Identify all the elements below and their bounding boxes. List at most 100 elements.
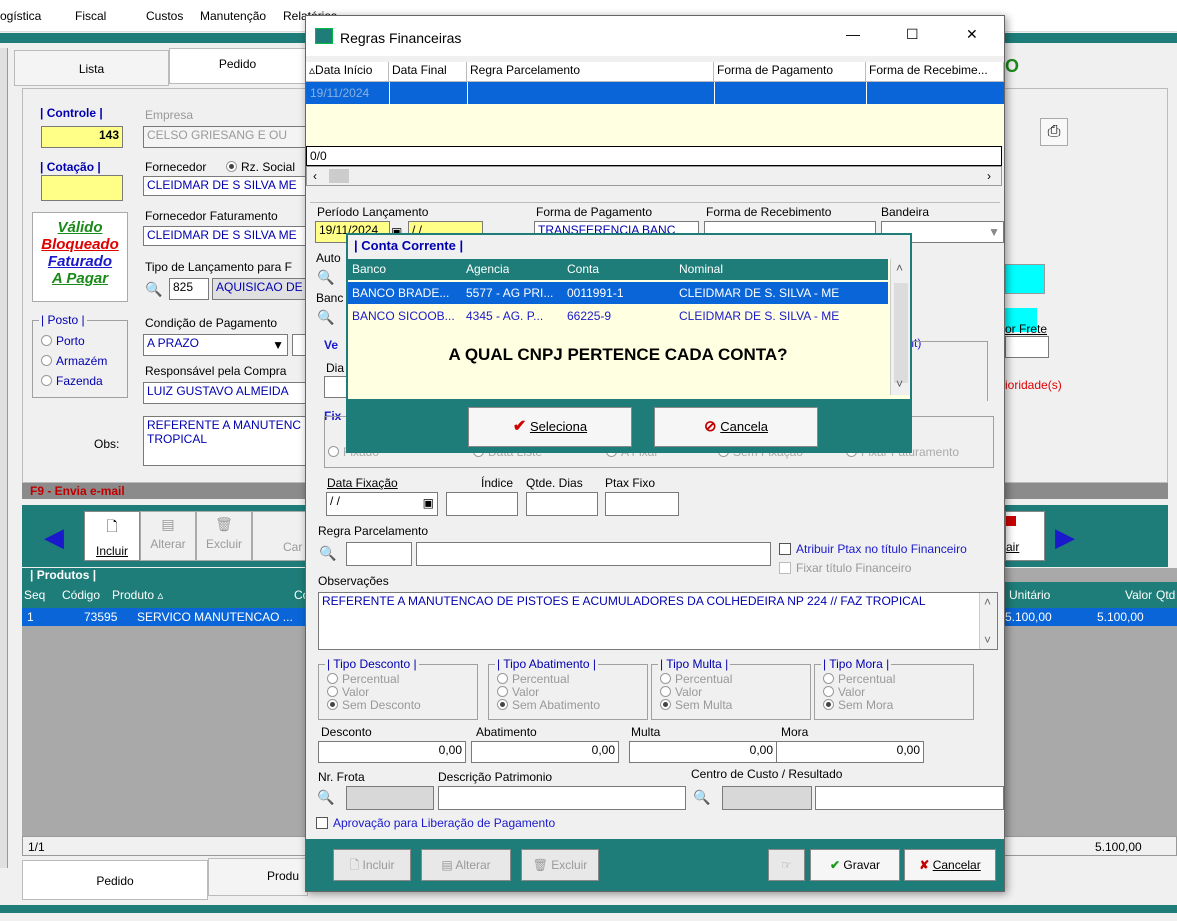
aprovacao-checkbox[interactable]: Aprovação para Liberação de Pagamento [316, 816, 555, 830]
bg-sair-button[interactable]: air [1005, 511, 1045, 561]
qtde-dias-field[interactable] [526, 492, 598, 516]
fornecedor-field[interactable]: CLEIDMAR DE S SILVA ME [143, 176, 306, 196]
scroll-down-icon[interactable]: ˅ [984, 633, 991, 647]
dlg-incluir-button[interactable]: 🗋 Incluir [333, 849, 411, 881]
product-row-right[interactable]: 5.100,00 5.100,00 [1005, 608, 1177, 626]
posto-fazenda[interactable]: Fazenda [41, 371, 107, 391]
empresa-field[interactable]: CELSO GRIESANG E OU [143, 126, 306, 148]
col-nominal[interactable]: Nominal [679, 262, 723, 276]
abatimento-sem[interactable]: Sem Abatimento [497, 699, 600, 712]
seleciona-button[interactable]: ✔ Seleciona [468, 407, 632, 447]
dlg-excluir-button[interactable]: 🗑 Excluir [521, 849, 599, 881]
centro-search-icon[interactable]: 🔍 [691, 786, 713, 808]
tipo-lanc-search-icon[interactable]: 🔍 [143, 278, 165, 300]
col-conta[interactable]: Conta [567, 262, 599, 276]
popup-scrollbar[interactable]: ˄ ˅ [890, 259, 910, 395]
maximize-icon[interactable]: ☐ [906, 26, 919, 43]
scroll-thumb[interactable] [329, 169, 349, 183]
observacoes-field[interactable]: REFERENTE A MANUTENCAO DE PISTOES E ACUM… [318, 592, 998, 650]
col-forma-pagamento[interactable]: Forma de Pagamento [714, 62, 866, 82]
menu-fiscal[interactable]: Fiscal [75, 9, 106, 23]
posto-armazem[interactable]: Armazém [41, 351, 107, 371]
col-unitario[interactable]: Unitário [1009, 588, 1050, 602]
col-agencia[interactable]: Agencia [466, 262, 509, 276]
scroll-left-icon[interactable]: ‹ [313, 169, 317, 183]
prev-arrow-icon[interactable]: ◀ [44, 522, 64, 553]
regra-search-icon[interactable]: 🔍 [317, 542, 339, 564]
ptax-field[interactable] [605, 492, 679, 516]
multa-field[interactable]: 0,00 [629, 741, 777, 763]
rz-social-radio[interactable]: Rz. Social [226, 160, 295, 174]
fixar-titulo-checkbox[interactable]: Fixar título Financeiro [779, 561, 911, 575]
scroll-up-icon[interactable]: ˄ [984, 595, 991, 609]
col-data-final[interactable]: Data Final [389, 62, 467, 82]
scroll-up-icon[interactable]: ˄ [896, 261, 903, 275]
col-seq[interactable]: Seq [24, 588, 45, 602]
col-codigo[interactable]: Código [62, 588, 100, 602]
posto-porto[interactable]: Porto [41, 331, 107, 351]
forn-fat-field[interactable]: CLEIDMAR DE S SILVA ME [143, 226, 306, 246]
bg-excluir-button[interactable]: 🗑 Excluir [196, 511, 252, 561]
regra-code-field[interactable] [346, 542, 412, 566]
resp-field[interactable]: LUIZ GUSTAVO ALMEIDA [143, 382, 306, 404]
col-banco[interactable]: Banco [352, 262, 386, 276]
mora-field[interactable]: 0,00 [776, 741, 924, 763]
menu-custos[interactable]: Custos [146, 9, 183, 23]
dlg-alterar-button[interactable]: ▤ Alterar [421, 849, 511, 881]
bg-incluir-button[interactable]: 🗋 Incluir [84, 511, 140, 561]
frota-search-icon[interactable]: 🔍 [315, 786, 337, 808]
cancela-button[interactable]: ⊘ Cancela [654, 407, 818, 447]
printer-icon[interactable]: ⎙ [1040, 118, 1068, 146]
dlg-gravar-button[interactable]: ✔ Gravar [810, 849, 900, 881]
product-row[interactable]: 1 73595 SERVICO MANUTENCAO ... [22, 608, 312, 626]
abatimento-field[interactable]: 0,00 [471, 741, 619, 763]
cotacao-field[interactable] [41, 175, 123, 201]
dlg-cancelar-button[interactable]: ✘ Cancelar [904, 849, 996, 881]
popup-scroll-thumb[interactable] [894, 283, 908, 383]
minimize-icon[interactable]: — [846, 26, 860, 42]
col-qtd[interactable]: Qtd [1156, 588, 1175, 602]
calendar-icon[interactable]: ▣ [423, 496, 434, 510]
vertical-scrollbar[interactable]: ˄ ˅ [979, 593, 997, 649]
bg-bottom-tab-produ[interactable]: Produ [208, 858, 308, 896]
col-produto[interactable]: Produto ▵ [112, 588, 163, 602]
cond-pag-extra[interactable] [292, 334, 306, 356]
close-icon[interactable]: ✕ [966, 26, 978, 43]
banc-search-icon[interactable]: 🔍 [315, 306, 337, 328]
col-data-inicio[interactable]: ▵Data Início [306, 62, 389, 82]
menu-manutencao[interactable]: Manutenção [200, 9, 266, 23]
bg-alterar-button[interactable]: ▤ Alterar [140, 511, 196, 561]
horizontal-scrollbar[interactable]: ‹ › [306, 166, 1002, 186]
next-arrow-icon[interactable]: ▶ [1055, 522, 1075, 553]
obs-field[interactable]: REFERENTE A MANUTENC TROPICAL [143, 416, 306, 466]
popup-row-sicoob[interactable]: BANCO SICOOB... 4345 - AG. P... 66225-9 … [348, 305, 888, 327]
centro-code-field[interactable] [722, 786, 812, 810]
bg-tab-pedido[interactable]: Pedido [169, 48, 306, 84]
multa-sem[interactable]: Sem Multa [660, 699, 732, 712]
scroll-right-icon[interactable]: › [987, 169, 991, 183]
col-valor[interactable]: Valor [1125, 588, 1152, 602]
nr-frota-field[interactable] [346, 786, 434, 810]
desconto-field[interactable]: 0,00 [318, 741, 466, 763]
bg-bottom-tab-pedido[interactable]: Pedido [22, 860, 208, 900]
bg-car-button[interactable]: Car [252, 511, 308, 561]
regras-grid-row[interactable]: 19/11/2024 [306, 82, 1004, 104]
controle-field[interactable]: 143 [41, 126, 123, 148]
data-fixacao-field[interactable]: / / ▣ [326, 492, 438, 516]
tipo-lanc-code[interactable]: 825 [169, 278, 209, 300]
auto-search-icon[interactable]: 🔍 [315, 266, 337, 288]
desconto-sem[interactable]: Sem Desconto [327, 699, 421, 712]
cond-pag-select[interactable]: A PRAZO ▼ [143, 334, 288, 356]
dia-field[interactable] [324, 376, 348, 398]
popup-row-bradesco[interactable]: BANCO BRADE... 5577 - AG PRI... 0011991-… [348, 282, 888, 304]
pointer-button[interactable]: ☞ [768, 849, 805, 881]
col-regra-parcelamento[interactable]: Regra Parcelamento [467, 62, 714, 82]
atribuir-ptax-checkbox[interactable]: Atribuir Ptax no título Financeiro [779, 542, 967, 556]
bg-frete-field[interactable] [1005, 336, 1049, 358]
mora-sem[interactable]: Sem Mora [823, 699, 895, 712]
col-forma-recebimento[interactable]: Forma de Recebime... [866, 62, 1004, 82]
indice-field[interactable] [446, 492, 518, 516]
bg-tab-lista[interactable]: Lista [14, 50, 169, 86]
menu-logistica[interactable]: ogística [0, 9, 41, 23]
scroll-down-icon[interactable]: ˅ [896, 377, 903, 391]
